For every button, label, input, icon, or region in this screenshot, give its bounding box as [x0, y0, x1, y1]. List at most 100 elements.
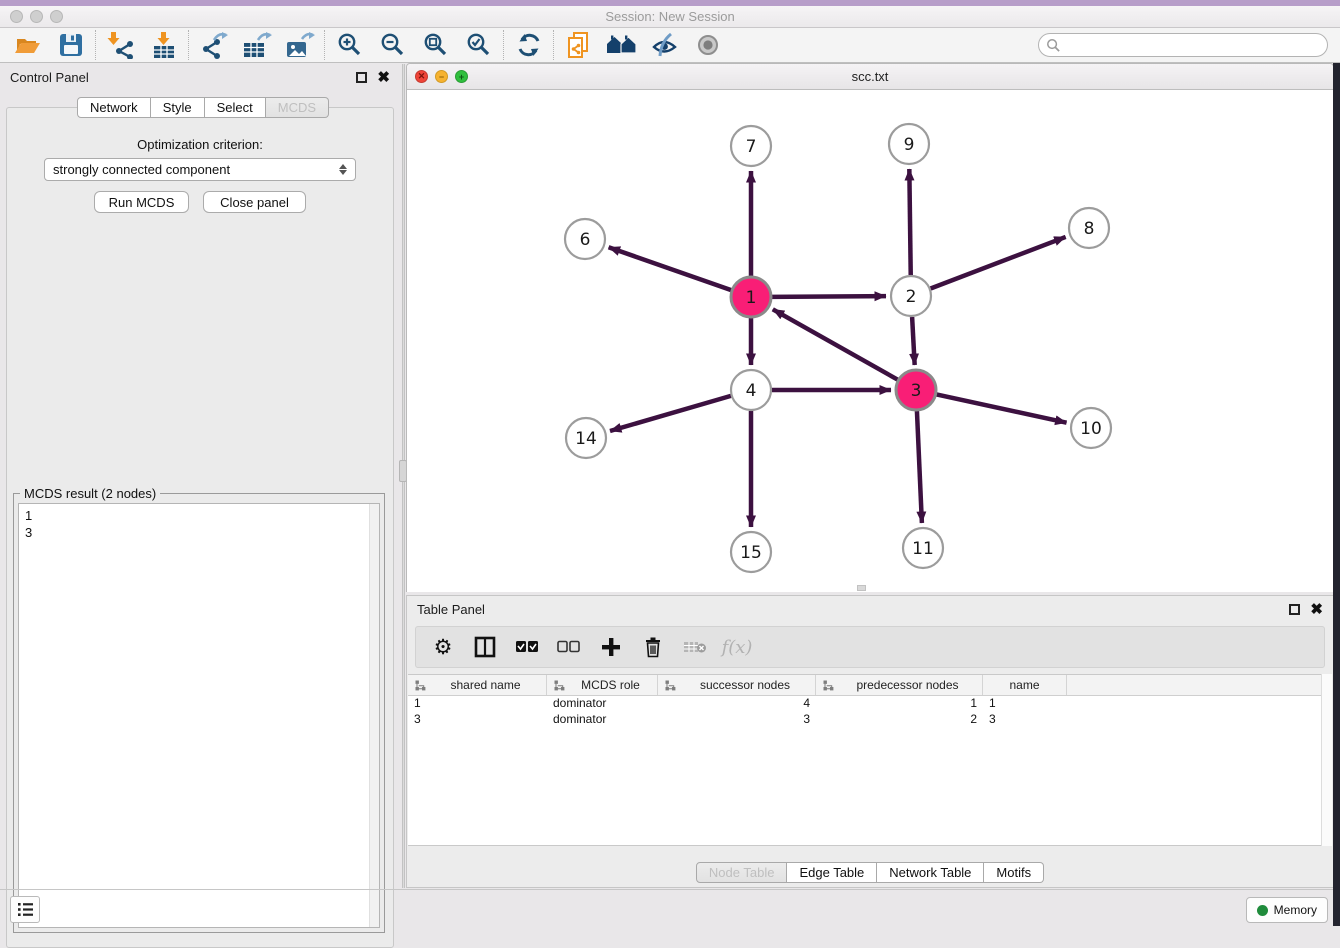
new-network-from-selection-button[interactable]	[557, 29, 600, 62]
cell-predecessor-nodes[interactable]: 1	[816, 696, 983, 712]
graph-node-label: 1	[746, 288, 757, 308]
show-columns-button[interactable]	[470, 632, 500, 662]
table-row[interactable]: 1 dominator 4 1 1	[408, 696, 1324, 712]
graph-node-label: 8	[1084, 219, 1095, 239]
zoom-in-button[interactable]	[328, 29, 371, 62]
memory-label: Memory	[1274, 903, 1317, 917]
cell-successor-nodes[interactable]: 3	[658, 712, 816, 728]
mcds-result-title: MCDS result (2 nodes)	[20, 486, 160, 501]
canvas-grip[interactable]	[857, 585, 866, 591]
float-panel-icon[interactable]	[356, 72, 367, 83]
open-folder-icon	[14, 32, 42, 58]
cell-successor-nodes[interactable]: 4	[658, 696, 816, 712]
clear-selection-button[interactable]	[554, 632, 584, 662]
columns-icon	[474, 636, 496, 658]
tab-node-table[interactable]: Node Table	[696, 862, 788, 883]
node-table[interactable]: shared name MCDS role successor nodes pr…	[408, 674, 1324, 846]
graph-node-label: 2	[906, 287, 917, 307]
tab-select[interactable]: Select	[205, 97, 266, 118]
function-builder-button[interactable]: f(x)	[722, 632, 752, 662]
column-header-shared-name[interactable]: shared name	[408, 675, 547, 695]
search-box[interactable]	[1038, 33, 1328, 57]
close-table-panel-icon[interactable]: ✖	[1310, 604, 1323, 615]
run-mcds-button[interactable]: Run MCDS	[94, 191, 189, 213]
export-network-button[interactable]	[192, 29, 235, 62]
export-table-button[interactable]	[235, 29, 278, 62]
fx-icon: f(x)	[722, 637, 753, 658]
close-window-icon[interactable]	[10, 10, 23, 23]
tab-network[interactable]: Network	[77, 97, 151, 118]
cell-shared-name[interactable]: 3	[408, 712, 547, 728]
table-scrollbar[interactable]	[1321, 674, 1332, 846]
cell-name[interactable]: 1	[983, 696, 1067, 712]
zoom-out-button[interactable]	[371, 29, 414, 62]
table-options-button[interactable]: ⚙	[428, 632, 458, 662]
column-header-mcds-role[interactable]: MCDS role	[547, 675, 658, 695]
close-panel-icon[interactable]: ✖	[377, 72, 390, 83]
export-image-icon	[285, 31, 315, 59]
open-session-button[interactable]	[6, 29, 49, 62]
zoom-selected-button[interactable]	[457, 29, 500, 62]
import-table-button[interactable]	[142, 29, 185, 62]
zoom-window-icon[interactable]	[50, 10, 63, 23]
tab-style[interactable]: Style	[151, 97, 205, 118]
tab-network-table[interactable]: Network Table	[877, 862, 984, 883]
column-header-name[interactable]: name	[983, 675, 1067, 695]
column-header-predecessor-nodes[interactable]: predecessor nodes	[816, 675, 983, 695]
main-toolbar	[0, 28, 1340, 63]
cell-mcds-role[interactable]: dominator	[547, 712, 658, 728]
session-title: Session: New Session	[0, 6, 1340, 27]
float-table-panel-icon[interactable]	[1289, 604, 1300, 615]
task-history-button[interactable]	[10, 896, 40, 923]
memory-button[interactable]: Memory	[1246, 897, 1328, 923]
export-image-button[interactable]	[278, 29, 321, 62]
network-window-titlebar[interactable]: ✕ − + scc.txt	[407, 64, 1333, 90]
refresh-layout-icon	[516, 32, 542, 58]
graph-node-label: 14	[575, 429, 597, 449]
toolbar-separator	[503, 30, 504, 60]
cell-name[interactable]: 3	[983, 712, 1067, 728]
zoom-fit-button[interactable]	[414, 29, 457, 62]
toolbar-separator	[188, 30, 189, 60]
cell-shared-name[interactable]: 1	[408, 696, 547, 712]
hide-graphics-details-button[interactable]	[643, 29, 686, 62]
import-network-button[interactable]	[99, 29, 142, 62]
apply-layout-button[interactable]	[507, 29, 550, 62]
add-column-button[interactable]	[596, 632, 626, 662]
delete-table-button[interactable]	[680, 632, 710, 662]
table-panel: Table Panel ✖ ⚙	[406, 595, 1334, 888]
result-scrollbar[interactable]	[369, 504, 379, 927]
cell-mcds-role[interactable]: dominator	[547, 696, 658, 712]
search-input[interactable]	[1061, 38, 1311, 52]
maximize-view-icon[interactable]: +	[455, 70, 468, 83]
network-overview-button[interactable]	[600, 29, 643, 62]
app-titlebar: Session: New Session	[0, 6, 1340, 28]
graph-node-label: 10	[1080, 419, 1102, 439]
table-row[interactable]: 3 dominator 3 2 3	[408, 712, 1324, 728]
save-session-button[interactable]	[49, 29, 92, 62]
network-canvas[interactable]: 1234678910111415	[407, 90, 1333, 592]
minimize-window-icon[interactable]	[30, 10, 43, 23]
network-graph[interactable]: 1234678910111415	[407, 90, 1333, 592]
optimization-criterion-label: Optimization criterion:	[0, 137, 400, 152]
import-network-icon	[107, 31, 135, 59]
delete-column-button[interactable]	[638, 632, 668, 662]
minimize-view-icon[interactable]: −	[435, 70, 448, 83]
eye-slash-icon	[651, 32, 679, 58]
mcds-result-text[interactable]: 1 3	[18, 503, 380, 928]
table-header-row: shared name MCDS role successor nodes pr…	[408, 675, 1324, 696]
tab-edge-table[interactable]: Edge Table	[787, 862, 877, 883]
tab-mcds[interactable]: MCDS	[266, 97, 329, 118]
select-all-button[interactable]	[512, 632, 542, 662]
criterion-dropdown[interactable]: strongly connected component	[44, 158, 356, 181]
graph-node-label: 3	[911, 381, 922, 401]
close-panel-button[interactable]: Close panel	[203, 191, 306, 213]
control-panel: Control Panel ✖ Network Style Select MCD…	[0, 64, 400, 888]
zoom-fit-icon	[423, 32, 449, 58]
tab-motifs[interactable]: Motifs	[984, 862, 1044, 883]
column-header-successor-nodes[interactable]: successor nodes	[658, 675, 816, 695]
cell-predecessor-nodes[interactable]: 2	[816, 712, 983, 728]
show-graphics-details-button[interactable]	[686, 29, 729, 62]
close-view-icon[interactable]: ✕	[415, 70, 428, 83]
table-toolbar: ⚙	[415, 626, 1325, 668]
